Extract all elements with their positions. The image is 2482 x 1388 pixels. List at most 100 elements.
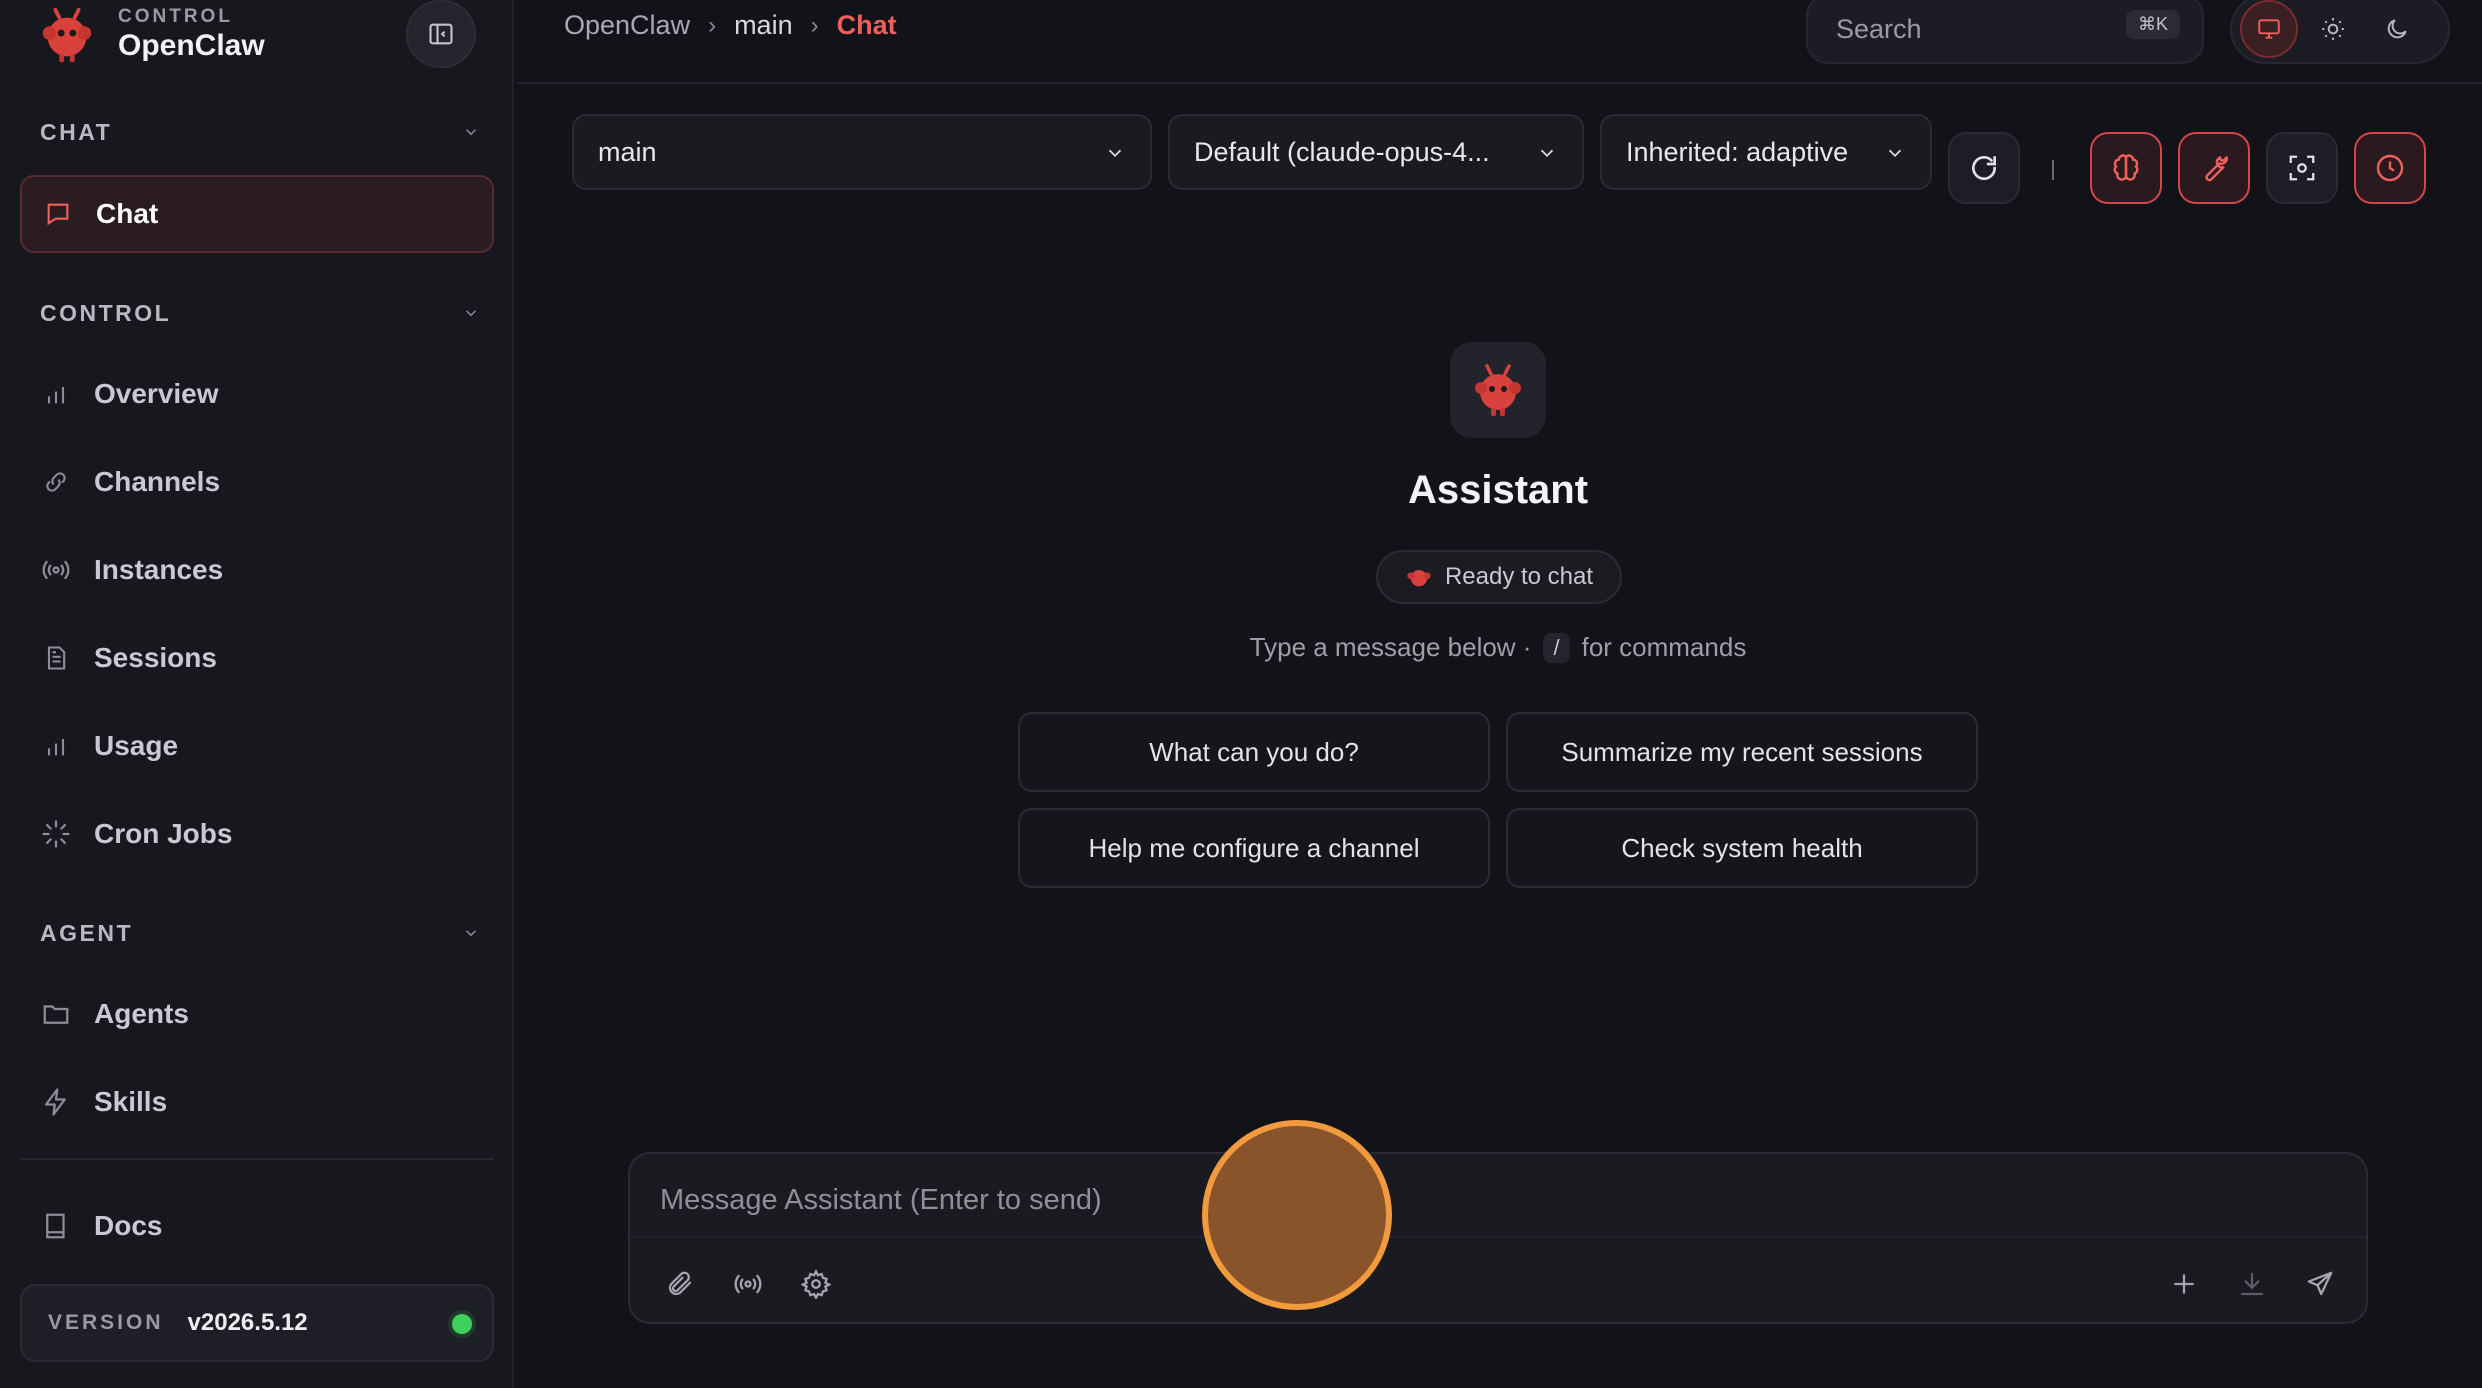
version-box: VERSION v2026.5.12 <box>20 1284 494 1362</box>
connection-status-dot <box>452 1314 472 1334</box>
suggestion-button[interactable]: Summarize my recent sessions <box>1506 712 1978 792</box>
sidebar-divider <box>20 1158 494 1160</box>
sidebar: CONTROL OpenClaw CHAT Chat CONTROL Overv… <box>0 0 514 1388</box>
brand[interactable]: CONTROL OpenClaw <box>36 0 265 70</box>
radio-icon <box>40 554 72 586</box>
theme-dark-button[interactable] <box>2368 0 2426 58</box>
sidebar-item-skills[interactable]: Skills <box>20 1063 494 1141</box>
message-square-icon <box>42 198 74 230</box>
folder-icon <box>40 998 72 1030</box>
breadcrumb: OpenClaw › main › Chat <box>564 10 897 41</box>
clock-icon <box>2376 154 2404 182</box>
suggestion-button[interactable]: Help me configure a channel <box>1018 808 1490 888</box>
thinking-toggle-button[interactable] <box>2090 132 2162 204</box>
hint-text-before: Type a message below · <box>1249 632 1532 662</box>
section-chat-header[interactable]: CHAT <box>40 112 480 152</box>
sidebar-item-agents[interactable]: Agents <box>20 975 494 1053</box>
scan-focus-icon <box>2289 155 2315 181</box>
sidebar-item-overview[interactable]: Overview <box>20 355 494 433</box>
slash-key: / <box>1543 632 1570 663</box>
history-toggle-button[interactable] <box>2354 132 2426 204</box>
toolbar-separator <box>2052 160 2054 180</box>
assistant-avatar <box>1450 342 1546 438</box>
thinking-select[interactable]: Inherited: adaptive <box>1600 114 1932 190</box>
message-composer: Message Assistant (Enter to send) <box>628 1152 2368 1324</box>
sidebar-item-cron-jobs[interactable]: Cron Jobs <box>20 795 494 873</box>
breadcrumb-current: Chat <box>836 10 897 40</box>
export-button[interactable] <box>2232 1264 2272 1304</box>
moon-icon <box>2387 19 2407 39</box>
sidebar-toggle-icon <box>429 23 453 45</box>
chevron-down-icon <box>1540 149 1554 158</box>
sidebar-item-usage[interactable]: Usage <box>20 707 494 785</box>
status-text: Ready to chat <box>1444 563 1594 590</box>
voice-button[interactable] <box>728 1264 768 1304</box>
settings-button[interactable] <box>796 1264 836 1304</box>
search-input[interactable]: Search ⌘K <box>1806 0 2204 64</box>
sidebar-item-label: Chat <box>96 198 159 229</box>
sidebar-item-label: Overview <box>94 378 219 409</box>
refresh-icon <box>1972 156 1996 180</box>
sun-icon <box>2322 18 2344 40</box>
brain-icon <box>2113 154 2139 181</box>
search-placeholder: Search <box>1836 13 1922 44</box>
breadcrumb-middle[interactable]: main <box>734 10 793 41</box>
refresh-button[interactable] <box>1948 132 2020 204</box>
loader-icon <box>40 818 72 850</box>
section-agent-header[interactable]: AGENT <box>40 913 480 953</box>
breadcrumb-separator: › <box>708 11 717 39</box>
send-button[interactable] <box>2300 1264 2340 1304</box>
composer-divider <box>630 1236 2366 1238</box>
sidebar-item-label: Docs <box>94 1210 163 1241</box>
link-icon <box>40 466 72 498</box>
zap-icon <box>40 1086 72 1118</box>
hint-text-after: for commands <box>1581 632 1747 662</box>
sidebar-item-channels[interactable]: Channels <box>20 443 494 521</box>
cursor-indicator <box>1202 1120 1392 1310</box>
assistant-title: Assistant <box>1407 468 1589 512</box>
focus-mode-button[interactable] <box>2266 132 2338 204</box>
sidebar-item-sessions[interactable]: Sessions <box>20 619 494 697</box>
command-hint: Type a message below · / for commands <box>1100 632 1896 663</box>
session-select-value: main <box>598 136 657 167</box>
send-icon <box>2307 1271 2333 1296</box>
theme-system-button[interactable] <box>2240 0 2298 58</box>
chevron-down-icon <box>1108 149 1122 158</box>
book-icon <box>40 1210 72 1242</box>
new-session-button[interactable] <box>2164 1264 2204 1304</box>
section-title: CONTROL <box>40 299 172 326</box>
chevron-down-icon <box>1888 149 1902 158</box>
breadcrumb-root[interactable]: OpenClaw <box>564 10 690 41</box>
wrench-icon <box>2205 156 2228 182</box>
gear-icon <box>801 1269 831 1299</box>
sidebar-item-chat[interactable]: Chat <box>20 175 494 253</box>
file-text-icon <box>40 642 72 674</box>
collapse-sidebar-button[interactable] <box>406 0 476 68</box>
search-shortcut: ⌘K <box>2125 10 2180 39</box>
section-control-header[interactable]: CONTROL <box>40 293 480 333</box>
sidebar-item-docs[interactable]: Docs <box>20 1187 494 1265</box>
theme-light-button[interactable] <box>2304 0 2362 58</box>
sidebar-item-label: Skills <box>94 1086 168 1117</box>
section-title: AGENT <box>40 919 133 946</box>
tools-toggle-button[interactable] <box>2178 132 2250 204</box>
radio-icon <box>734 1274 762 1294</box>
brand-eyebrow: CONTROL <box>118 6 233 27</box>
section-title: CHAT <box>40 118 113 145</box>
sidebar-item-label: Channels <box>94 466 221 497</box>
message-input[interactable]: Message Assistant (Enter to send) <box>660 1184 1102 1217</box>
sidebar-item-label: Cron Jobs <box>94 818 233 849</box>
sidebar-item-label: Usage <box>94 730 179 761</box>
model-select-value: Default (claude-opus-4... <box>1194 136 1490 167</box>
plus-icon <box>2174 1274 2194 1294</box>
brand-name: OpenClaw <box>118 29 265 62</box>
suggestion-button[interactable]: Check system health <box>1506 808 1978 888</box>
chevron-down-icon <box>465 310 477 317</box>
model-select[interactable]: Default (claude-opus-4... <box>1168 114 1584 190</box>
attach-button[interactable] <box>660 1264 700 1304</box>
status-badge: Ready to chat <box>1376 550 1622 604</box>
suggestion-button[interactable]: What can you do? <box>1018 712 1490 792</box>
chevron-down-icon <box>465 930 477 937</box>
session-select[interactable]: main <box>572 114 1152 190</box>
sidebar-item-instances[interactable]: Instances <box>20 531 494 609</box>
